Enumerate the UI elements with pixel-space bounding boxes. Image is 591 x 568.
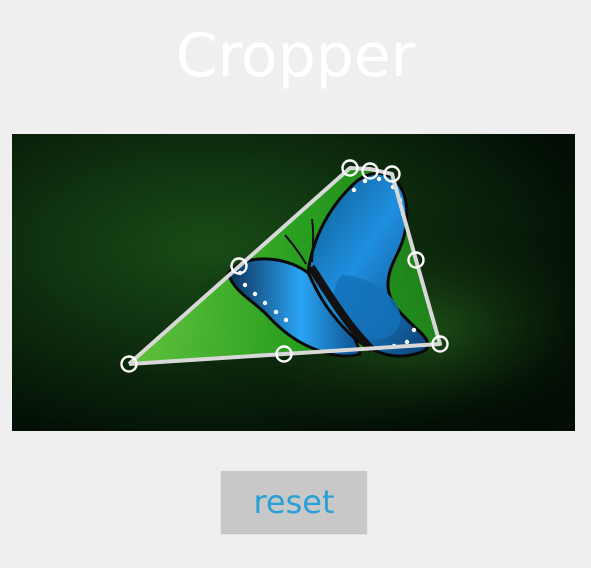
crop-canvas[interactable]	[12, 134, 575, 431]
reset-button[interactable]: reset	[221, 471, 367, 533]
cropper-app: Cropper reset	[0, 0, 591, 568]
page-title: Cropper	[175, 21, 416, 91]
crop-image-svg[interactable]	[12, 134, 575, 431]
